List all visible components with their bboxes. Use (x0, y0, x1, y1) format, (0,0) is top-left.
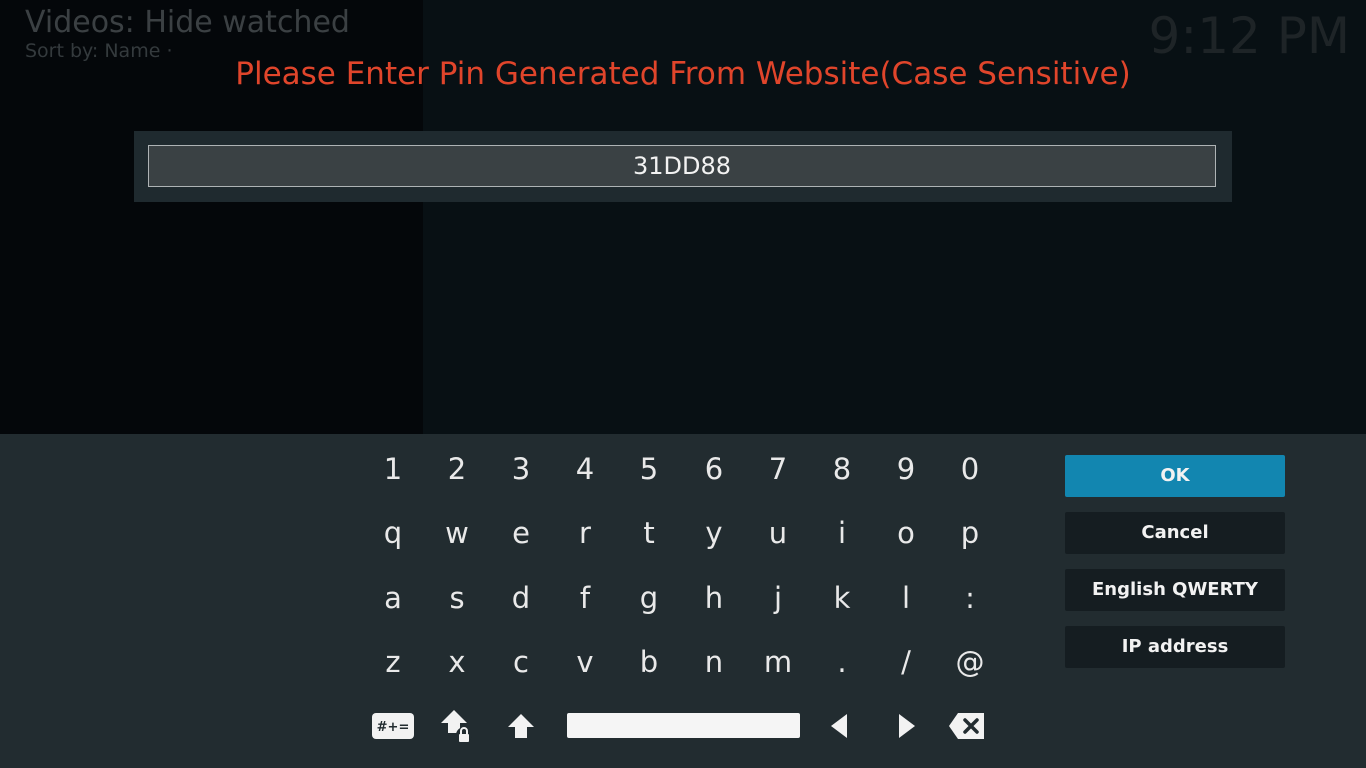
symbols-label: #+= (377, 720, 410, 735)
key-s[interactable]: s (429, 574, 485, 622)
shift-icon (508, 714, 534, 738)
key-9[interactable]: 9 (878, 445, 934, 493)
space-bar[interactable] (567, 713, 800, 738)
key-i[interactable]: i (814, 509, 870, 557)
key-6[interactable]: 6 (686, 445, 742, 493)
key-.[interactable]: . (814, 638, 870, 686)
key-2[interactable]: 2 (429, 445, 485, 493)
key-w[interactable]: w (429, 509, 485, 557)
key-:[interactable]: : (942, 574, 998, 622)
key-z[interactable]: z (365, 638, 421, 686)
key-c[interactable]: c (493, 638, 549, 686)
key-5[interactable]: 5 (621, 445, 677, 493)
key-b[interactable]: b (621, 638, 677, 686)
backspace-key[interactable] (939, 706, 995, 746)
backspace-icon (949, 713, 984, 739)
symbols-icon: #+= (372, 713, 414, 739)
key-@[interactable]: @ (942, 638, 998, 686)
ok-button[interactable]: OK (1065, 455, 1285, 497)
key-k[interactable]: k (814, 574, 870, 622)
key-d[interactable]: d (493, 574, 549, 622)
page-title: Videos: Hide watched (25, 5, 350, 40)
left-arrow-key[interactable] (811, 706, 867, 746)
on-screen-keyboard: 1 2 3 4 5 6 7 8 9 0 q w e r t y u i o p a s d f g h j k l: z x c v b n m. / @… (0, 434, 1366, 768)
ip-address-button[interactable]: IP address (1065, 626, 1285, 668)
key-1[interactable]: 1 (365, 445, 421, 493)
key-4[interactable]: 4 (557, 445, 613, 493)
key-q[interactable]: q (365, 509, 421, 557)
key-u[interactable]: u (750, 509, 806, 557)
cancel-button[interactable]: Cancel (1065, 512, 1285, 554)
dialog-heading: Please Enter Pin Generated From Website(… (235, 56, 1131, 92)
key-/[interactable]: / (878, 638, 934, 686)
key-p[interactable]: p (942, 509, 998, 557)
key-7[interactable]: 7 (750, 445, 806, 493)
key-f[interactable]: f (557, 574, 613, 622)
key-l[interactable]: l (878, 574, 934, 622)
input-panel: 31DD88 (134, 131, 1232, 202)
right-arrow-key[interactable] (879, 706, 935, 746)
right-arrow-icon (899, 714, 915, 738)
symbols-key[interactable]: #+= (365, 706, 421, 746)
key-g[interactable]: g (621, 574, 677, 622)
pin-input[interactable]: 31DD88 (148, 145, 1216, 187)
key-3[interactable]: 3 (493, 445, 549, 493)
key-m[interactable]: m (750, 638, 806, 686)
key-n[interactable]: n (686, 638, 742, 686)
key-h[interactable]: h (686, 574, 742, 622)
shift-key[interactable] (493, 706, 549, 746)
key-0[interactable]: 0 (942, 445, 998, 493)
key-r[interactable]: r (557, 509, 613, 557)
keyboard-layout-button[interactable]: English QWERTY (1065, 569, 1285, 611)
key-o[interactable]: o (878, 509, 934, 557)
caps-lock-key[interactable] (429, 706, 485, 746)
key-t[interactable]: t (621, 509, 677, 557)
key-v[interactable]: v (557, 638, 613, 686)
key-y[interactable]: y (686, 509, 742, 557)
left-arrow-icon (831, 714, 847, 738)
key-x[interactable]: x (429, 638, 485, 686)
key-a[interactable]: a (365, 574, 421, 622)
key-j[interactable]: j (750, 574, 806, 622)
key-8[interactable]: 8 (814, 445, 870, 493)
key-e[interactable]: e (493, 509, 549, 557)
caps-lock-icon (441, 710, 472, 743)
